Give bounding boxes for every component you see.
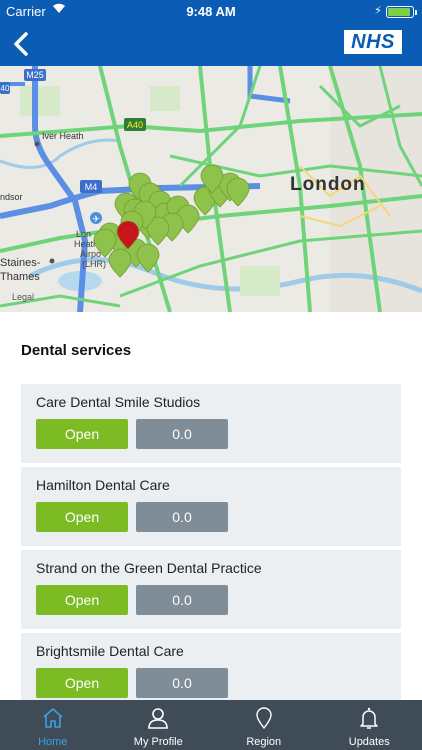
map-label-heathrow-1: Lon (76, 229, 91, 239)
main-content: Dental services Care Dental Smile Studio… (0, 312, 422, 700)
service-card[interactable]: Strand on the Green Dental Practice Open… (21, 550, 401, 629)
map-canvas: M25 40 A40 M4 Iver Heath ndsor London Lo… (0, 66, 422, 312)
map-pin[interactable] (226, 177, 250, 207)
charging-icon: ⚡ (374, 5, 382, 17)
tab-my-profile[interactable]: My Profile (106, 700, 212, 750)
map-label-heathrow-3: Airpo (80, 249, 101, 259)
map-label-heathrow-4: (LHR) (82, 259, 106, 269)
tab-label: Region (246, 736, 282, 748)
m40-shield: 40 (1, 84, 10, 93)
rating-button[interactable]: 0.0 (136, 668, 228, 698)
service-card[interactable]: Care Dental Smile Studios Open 0.0 (21, 384, 401, 463)
map-view[interactable]: M25 40 A40 M4 Iver Heath ndsor London Lo… (0, 66, 422, 312)
m4-shield: M4 (85, 182, 98, 192)
map-label-london: London (290, 174, 366, 195)
open-status-button[interactable]: Open (36, 668, 128, 698)
top-bar: Carrier 9:48 AM ⚡ NHS (0, 0, 422, 66)
map-label-iver-heath: Iver Heath (42, 131, 84, 141)
tab-bar: Home My Profile Region Updates (0, 700, 422, 750)
home-icon (43, 708, 63, 728)
person-icon (148, 708, 169, 729)
service-name: Hamilton Dental Care (36, 477, 170, 493)
nhs-logo: NHS (344, 30, 402, 54)
map-label-thames: Thames (0, 271, 40, 283)
rating-button[interactable]: 0.0 (136, 502, 228, 532)
bell-icon (360, 707, 378, 729)
m25-shield: M25 (26, 70, 44, 80)
open-status-button[interactable]: Open (36, 419, 128, 449)
service-list: Care Dental Smile Studios Open 0.0 Hamil… (21, 384, 401, 700)
rating-button[interactable]: 0.0 (136, 419, 228, 449)
service-name: Brightsmile Dental Care (36, 643, 184, 659)
status-bar: Carrier 9:48 AM ⚡ (0, 0, 422, 22)
service-name: Strand on the Green Dental Practice (36, 560, 262, 576)
tab-label: Updates (348, 736, 390, 748)
rating-button[interactable]: 0.0 (136, 585, 228, 615)
tab-label: Home (38, 736, 68, 748)
map-pin-icon (256, 707, 272, 730)
chevron-left-icon (14, 32, 28, 56)
service-card[interactable]: Brightsmile Dental Care Open 0.0 (21, 633, 401, 700)
map-pin[interactable] (108, 248, 132, 278)
open-status-button[interactable]: Open (36, 585, 128, 615)
a40-shield: A40 (127, 120, 143, 130)
open-status-button[interactable]: Open (36, 502, 128, 532)
service-card[interactable]: Hamilton Dental Care Open 0.0 (21, 467, 401, 546)
battery-icon (386, 6, 417, 18)
svg-text:✈: ✈ (92, 215, 100, 225)
map-label-windsor: ndsor (0, 192, 23, 202)
tab-label: My Profile (133, 736, 183, 748)
tab-updates[interactable]: Updates (317, 700, 422, 750)
tab-region[interactable]: Region (211, 700, 317, 750)
map-label-staines: Staines- (0, 257, 41, 269)
back-button[interactable] (10, 30, 34, 58)
map-legal-link[interactable]: Legal (12, 292, 34, 302)
tab-home[interactable]: Home (0, 700, 106, 750)
service-name: Care Dental Smile Studios (36, 394, 201, 410)
section-title: Dental services (21, 342, 132, 359)
status-time: 9:48 AM (186, 4, 236, 19)
